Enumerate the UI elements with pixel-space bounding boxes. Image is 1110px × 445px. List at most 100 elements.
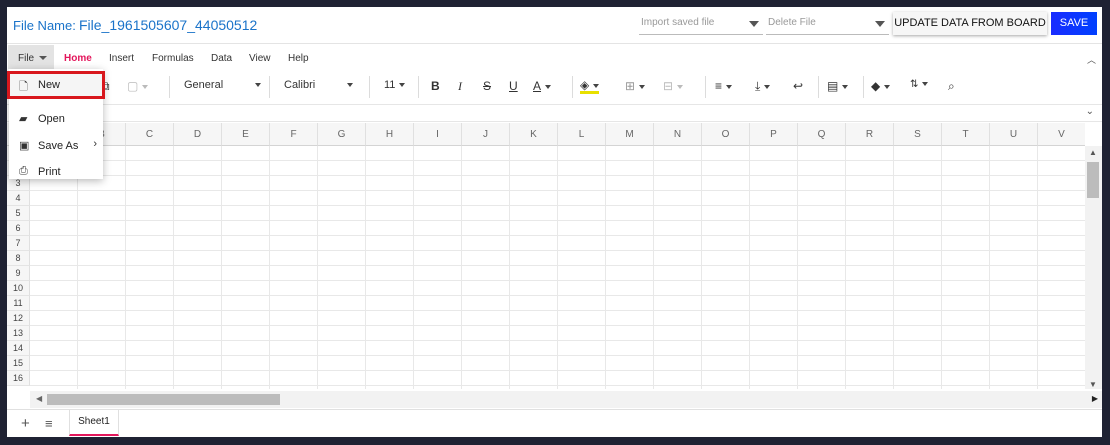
- sheet-list-menu-icon[interactable]: ≡: [45, 416, 53, 431]
- column-header[interactable]: L: [558, 123, 606, 146]
- fill-color-icon[interactable]: ◈: [580, 79, 600, 94]
- column-header[interactable]: T: [942, 123, 990, 146]
- menu-item-open-label: Open: [38, 113, 65, 125]
- number-format-value: General: [184, 79, 224, 91]
- conditional-formatting-icon[interactable]: ▤: [827, 79, 849, 93]
- tab-file[interactable]: File: [8, 45, 54, 69]
- grid-line: [30, 280, 1085, 281]
- add-sheet-icon[interactable]: +: [21, 415, 30, 432]
- column-header[interactable]: E: [222, 123, 270, 146]
- borders-icon[interactable]: ⊞: [625, 79, 646, 93]
- collapse-ribbon-icon[interactable]: ︿: [1087, 53, 1096, 66]
- italic-icon[interactable]: I: [458, 79, 462, 94]
- row-header[interactable]: 5: [7, 206, 30, 221]
- row-header[interactable]: 7: [7, 236, 30, 251]
- horizontal-align-icon[interactable]: ≡: [715, 79, 733, 93]
- chevron-down-icon: [875, 21, 885, 27]
- sheet-tab-sheet1[interactable]: Sheet1: [69, 410, 119, 436]
- horizontal-scrollbar[interactable]: ◀ ▶: [30, 391, 1102, 408]
- tab-insert[interactable]: Insert: [109, 53, 134, 64]
- row-header[interactable]: 6: [7, 221, 30, 236]
- wrap-text-icon[interactable]: ↩: [793, 79, 803, 93]
- save-as-icon: ▣: [19, 140, 30, 152]
- ribbon-tabs: File Home Insert Formulas Data View Help…: [7, 45, 1102, 69]
- grid-line: [30, 325, 1085, 326]
- column-header[interactable]: K: [510, 123, 558, 146]
- font-size-value: 11: [384, 79, 396, 91]
- column-header[interactable]: V: [1038, 123, 1085, 146]
- tab-view[interactable]: View: [249, 53, 271, 64]
- row-header[interactable]: 16: [7, 371, 30, 386]
- number-format-dropdown[interactable]: General: [184, 79, 262, 91]
- save-button[interactable]: SAVE: [1051, 12, 1097, 35]
- merge-cells-icon[interactable]: ⊟: [663, 79, 684, 93]
- row-header[interactable]: 13: [7, 326, 30, 341]
- column-header[interactable]: H: [366, 123, 414, 146]
- row-header[interactable]: 4: [7, 191, 30, 206]
- chevron-down-icon: [39, 56, 48, 61]
- folder-open-icon: ▰: [19, 113, 28, 125]
- grid-line: [30, 160, 1085, 161]
- import-saved-file-dropdown[interactable]: Import saved file: [639, 13, 763, 35]
- vertical-align-icon[interactable]: ⤓: [755, 79, 771, 94]
- column-header[interactable]: S: [894, 123, 942, 146]
- row-header[interactable]: 15: [7, 356, 30, 371]
- search-icon[interactable]: ⌕: [948, 79, 955, 94]
- column-header[interactable]: P: [750, 123, 798, 146]
- formula-bar[interactable]: ⌄: [7, 106, 1102, 122]
- spreadsheet-grid[interactable]: ABCDEFGHIJKLMNOPQRSTUV 12345678910111213…: [7, 123, 1085, 389]
- font-size-dropdown[interactable]: 11: [384, 79, 406, 91]
- menu-item-open[interactable]: ▰ Open: [9, 107, 103, 131]
- column-header[interactable]: O: [702, 123, 750, 146]
- update-data-from-board-button[interactable]: UPDATE DATA FROM BOARD: [893, 12, 1047, 35]
- scroll-up-icon[interactable]: ▲: [1089, 148, 1097, 157]
- tab-data[interactable]: Data: [211, 53, 232, 64]
- menu-item-new[interactable]: 🗋 New: [7, 71, 105, 99]
- column-header[interactable]: I: [414, 123, 462, 146]
- vertical-scroll-thumb[interactable]: [1087, 162, 1099, 198]
- row-header[interactable]: 11: [7, 296, 30, 311]
- sort-filter-icon[interactable]: ⇅: [910, 79, 929, 90]
- bold-icon[interactable]: B: [431, 79, 440, 93]
- tab-formulas[interactable]: Formulas: [152, 53, 194, 64]
- vertical-scrollbar[interactable]: ▲ ▼: [1085, 146, 1102, 389]
- column-header[interactable]: D: [174, 123, 222, 146]
- delete-dropdown-placeholder: Delete File: [768, 17, 816, 28]
- row-header[interactable]: 8: [7, 251, 30, 266]
- horizontal-scroll-thumb[interactable]: [47, 394, 280, 405]
- grid-line: [125, 146, 126, 389]
- column-header[interactable]: F: [270, 123, 318, 146]
- row-header[interactable]: 12: [7, 311, 30, 326]
- clear-icon[interactable]: ◆: [871, 79, 891, 93]
- menu-item-save-as[interactable]: ▣ Save As ›: [9, 134, 103, 158]
- column-header[interactable]: G: [318, 123, 366, 146]
- underline-icon[interactable]: U: [509, 79, 518, 93]
- column-header[interactable]: C: [126, 123, 174, 146]
- scroll-left-icon[interactable]: ◀: [36, 394, 42, 403]
- column-header[interactable]: R: [846, 123, 894, 146]
- grid-line: [509, 146, 510, 389]
- expand-formula-bar-icon[interactable]: ⌄: [1086, 106, 1094, 117]
- row-header[interactable]: 14: [7, 341, 30, 356]
- grid-line: [1037, 146, 1038, 389]
- tab-home[interactable]: Home: [64, 53, 92, 64]
- menu-item-print[interactable]: ⎙ Print: [9, 160, 103, 184]
- column-header[interactable]: N: [654, 123, 702, 146]
- top-bar: File Name: File_1961505607_44050512 Impo…: [7, 7, 1102, 44]
- scroll-right-icon[interactable]: ▶: [1092, 394, 1098, 403]
- strikethrough-icon[interactable]: S: [483, 79, 491, 93]
- tab-help[interactable]: Help: [288, 53, 309, 64]
- row-header[interactable]: 9: [7, 266, 30, 281]
- column-header[interactable]: U: [990, 123, 1038, 146]
- scroll-down-icon[interactable]: ▼: [1089, 380, 1097, 389]
- separator: [269, 76, 270, 98]
- paste-icon[interactable]: ▢: [127, 79, 149, 93]
- font-color-icon[interactable]: A: [533, 79, 552, 93]
- delete-file-dropdown[interactable]: Delete File: [766, 13, 889, 35]
- row-header[interactable]: 10: [7, 281, 30, 296]
- column-header[interactable]: M: [606, 123, 654, 146]
- font-name-dropdown[interactable]: Calibri: [284, 79, 354, 91]
- column-header[interactable]: J: [462, 123, 510, 146]
- chevron-right-icon: ›: [93, 138, 97, 150]
- column-header[interactable]: Q: [798, 123, 846, 146]
